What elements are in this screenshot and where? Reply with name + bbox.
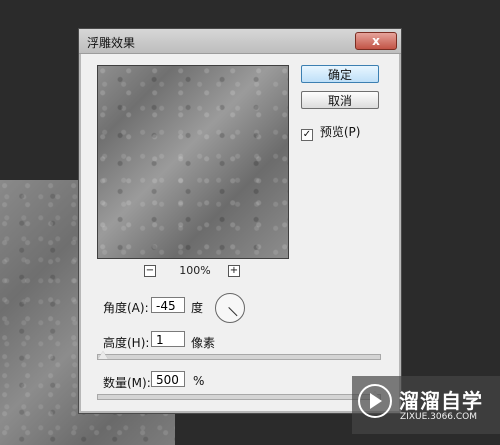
emboss-dialog: 浮雕效果 x − 100% + 确定 取消 ✓ 预览(P) 角度(A): -45… <box>78 28 402 414</box>
angle-dial[interactable] <box>215 293 245 323</box>
zoom-level: 100% <box>179 264 211 277</box>
angle-label: 角度(A): <box>103 301 149 315</box>
check-icon[interactable]: ✓ <box>301 129 313 141</box>
zoom-controls: − 100% + <box>144 264 264 279</box>
zoom-out-button[interactable]: − <box>144 265 156 277</box>
ok-button[interactable]: 确定 <box>301 65 379 83</box>
angle-unit: 度 <box>191 301 204 315</box>
amount-slider[interactable] <box>97 391 381 400</box>
preview-label: 预览(P) <box>319 125 361 139</box>
watermark-title: 溜溜自学 <box>399 389 483 413</box>
height-slider[interactable] <box>97 351 381 360</box>
watermark-url: ZIXUE.3066.COM <box>400 412 478 422</box>
dialog-title: 浮雕效果 <box>87 36 136 50</box>
amount-input[interactable]: 500 <box>151 371 185 387</box>
preview-checkbox[interactable]: ✓ 预览(P) <box>301 123 361 141</box>
angle-indicator-icon <box>228 307 238 317</box>
amount-unit: % <box>193 374 205 388</box>
angle-input[interactable]: -45 <box>151 297 185 313</box>
height-input[interactable]: 1 <box>151 331 185 347</box>
play-icon <box>358 384 392 418</box>
preview-pane <box>97 65 289 259</box>
height-label: 高度(H): <box>103 336 150 350</box>
cancel-button[interactable]: 取消 <box>301 91 379 109</box>
zoom-in-button[interactable]: + <box>228 265 240 277</box>
height-slider-thumb[interactable] <box>98 351 108 359</box>
watermark: 溜溜自学 ZIXUE.3066.COM <box>352 376 500 434</box>
amount-label: 数量(M): <box>103 376 151 390</box>
close-button[interactable]: x <box>355 32 397 50</box>
height-unit: 像素 <box>191 336 216 350</box>
title-bar: 浮雕效果 x <box>79 29 401 54</box>
